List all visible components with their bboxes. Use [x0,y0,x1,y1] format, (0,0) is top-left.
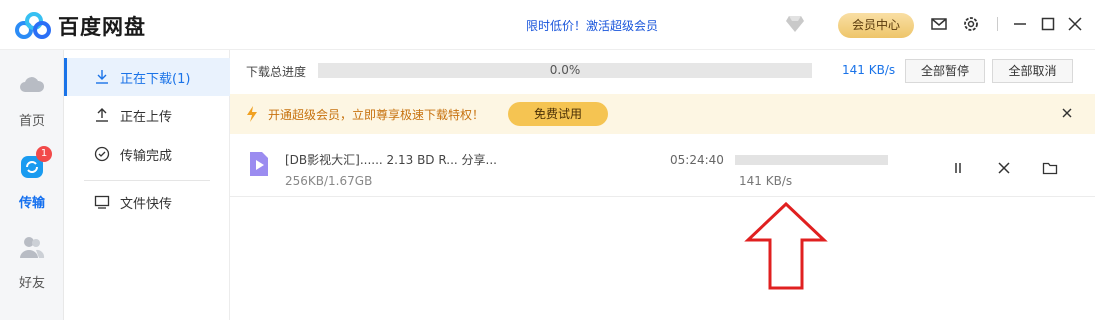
minimize-icon[interactable] [1011,15,1029,33]
total-progress-row: 下载总进度 0.0% 141 KB/s 全部暂停 全部取消 [230,50,1095,92]
sub-nav-divider [84,180,210,181]
cancel-task-icon[interactable] [996,160,1012,176]
app-logo: 百度网盘 [14,10,146,42]
total-speed: 141 KB/s [842,63,896,77]
main-panel: 下载总进度 0.0% 141 KB/s 全部暂停 全部取消 开通超级会员，立即尊… [230,50,1095,320]
promo-link[interactable]: 限时低价！激活超级会员 [526,17,658,34]
sub-nav-uploading[interactable]: 正在上传 [64,96,230,134]
vip-center-button[interactable]: 会员中心 [838,13,914,38]
friends-icon [20,237,45,258]
pause-all-button[interactable]: 全部暂停 [905,59,985,83]
total-progress-percent: 0.0% [549,63,581,77]
sub-nav-label: 正在上传 [120,109,173,125]
settings-gear-icon[interactable] [962,15,980,33]
open-folder-icon[interactable] [1042,160,1058,176]
title-bar: 百度网盘 限时低价！激活超级会员 会员中心 [0,0,1095,50]
close-icon[interactable] [1066,15,1084,33]
nav-label-friends: 好友 [18,276,45,291]
download-icon [96,70,108,84]
vip-notice-text: 开通超级会员，立即尊享极速下载特权！ [268,108,485,122]
nav-item-transfer[interactable]: 1 传输 [0,146,64,211]
check-circle-icon [94,146,110,162]
task-file-size: 256KB/1.67GB [285,174,373,188]
transfer-sub-nav: 正在下载(1) 正在上传 传输完成 文件快传 [64,50,230,320]
download-task-row[interactable]: [DB影视大汇]...... 2.13 BD R... 分享... 256KB/… [230,142,1095,197]
task-file-name: [DB影视大汇]...... 2.13 BD R... 分享... [285,153,497,167]
free-trial-button[interactable]: 免费试用 [508,102,608,126]
task-time-remaining: 05:24:40 [670,153,724,167]
sub-nav-label: 传输完成 [120,148,173,164]
baidu-netdisk-logo-icon [15,12,51,39]
toolbar-divider [997,17,998,31]
close-notice-icon[interactable] [1060,106,1074,120]
mail-icon[interactable] [930,15,948,33]
sub-nav-label: 正在下载(1) [120,71,191,87]
nav-label-home: 首页 [18,114,45,129]
total-progress-label: 下载总进度 [246,65,307,79]
task-speed: 141 KB/s [739,174,793,188]
diamond-icon[interactable] [785,15,805,33]
task-progress-bar [735,155,888,165]
cloud-icon [20,77,45,92]
cancel-all-button[interactable]: 全部取消 [992,59,1073,83]
nav-item-home[interactable]: 首页 [0,72,64,129]
app-title: 百度网盘 [58,15,146,39]
transfer-badge: 1 [36,146,52,162]
total-progress-bar: 0.0% [318,63,812,78]
vip-notice-bar: 开通超级会员，立即尊享极速下载特权！ 免费试用 [230,94,1095,134]
pause-icon[interactable] [950,160,966,176]
sub-nav-label: 文件快传 [120,196,173,212]
video-file-icon [250,152,268,176]
maximize-icon[interactable] [1039,15,1057,33]
monitor-icon [94,195,110,209]
annotation-arrow-icon [744,202,828,290]
sub-nav-completed[interactable]: 传输完成 [64,135,230,173]
nav-item-friends[interactable]: 好友 [0,234,64,291]
sub-nav-downloading[interactable]: 正在下载(1) [64,58,230,96]
left-nav: 首页 1 传输 好友 [0,50,64,320]
sub-nav-quick-transfer[interactable]: 文件快传 [64,183,230,221]
upload-icon [96,108,108,122]
active-indicator [64,58,67,96]
nav-label-transfer: 传输 [18,196,45,211]
lightning-icon [247,106,257,122]
app-window: 百度网盘 限时低价！激活超级会员 会员中心 首页 1 传输 好友 正在下载(1)… [0,0,1095,320]
